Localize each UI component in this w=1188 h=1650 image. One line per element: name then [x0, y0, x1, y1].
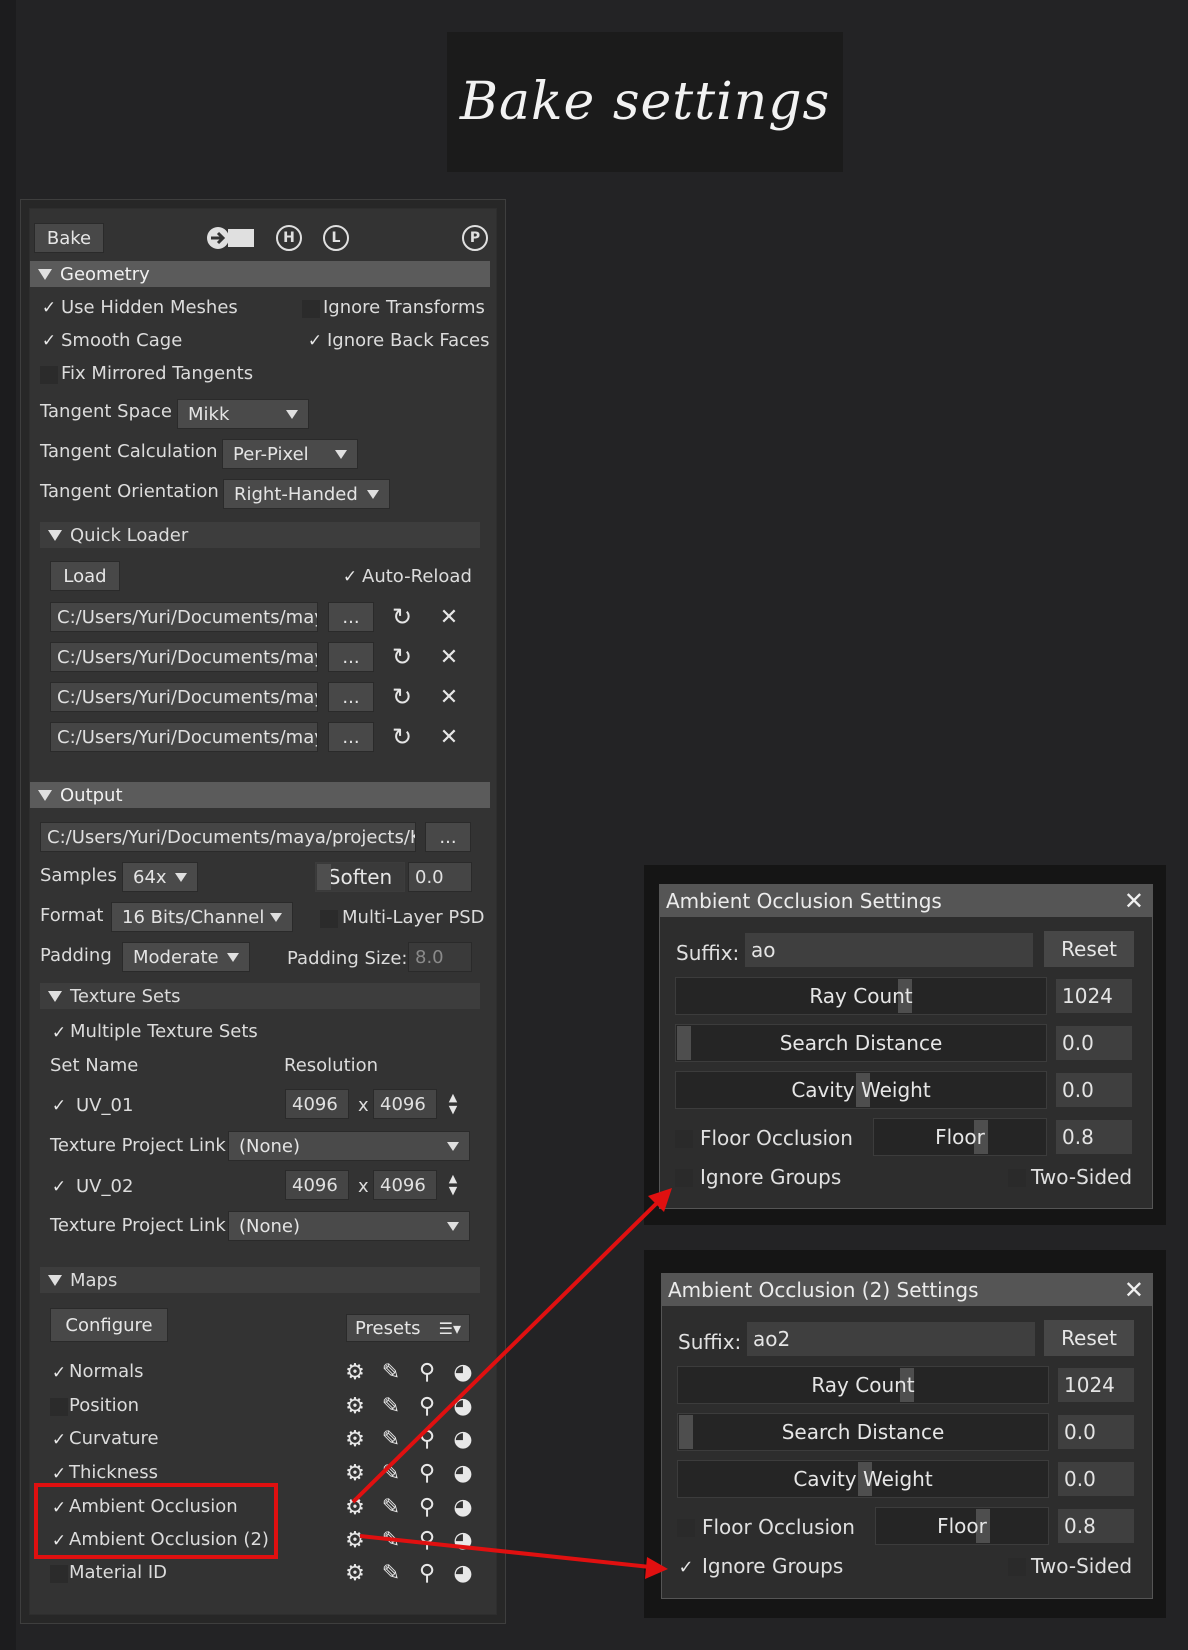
arrowhead-icon	[645, 1557, 668, 1579]
arrow-to-ao2-settings	[359, 1534, 651, 1569]
arrow-to-ao-settings	[351, 1198, 662, 1504]
annotation-arrows	[351, 1188, 672, 1579]
